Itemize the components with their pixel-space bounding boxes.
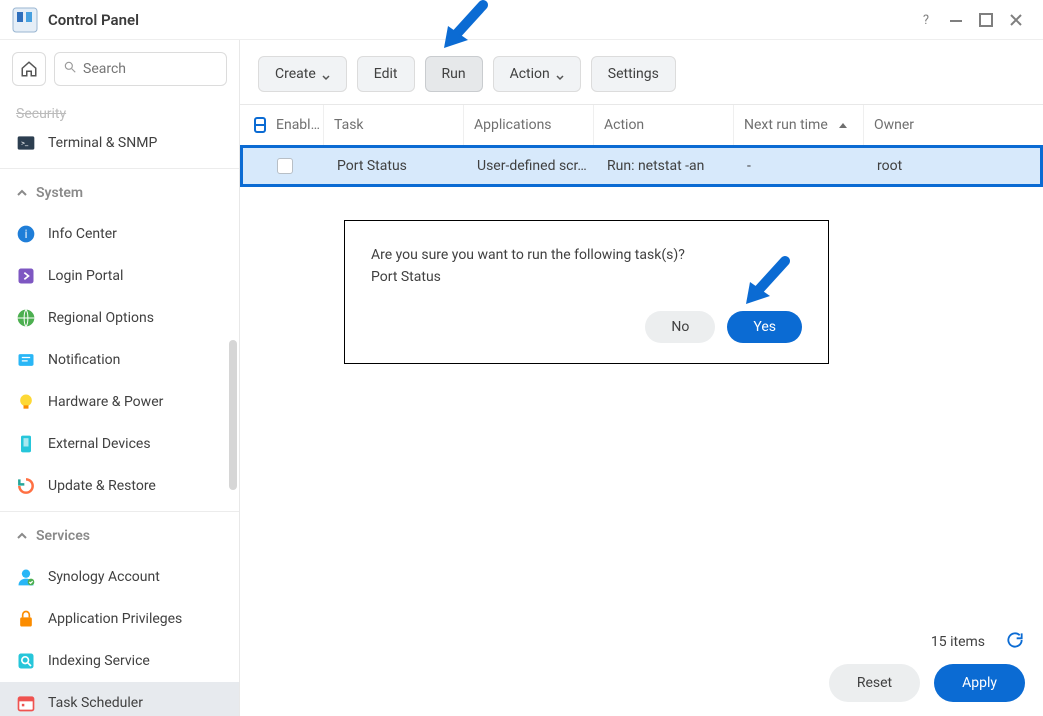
cell-next: - (737, 158, 867, 174)
annotation-arrow-yes (740, 256, 790, 306)
edit-button[interactable]: Edit (357, 56, 415, 92)
items-count: 15 items (931, 634, 985, 650)
search-icon (63, 60, 77, 78)
svg-text:>_: >_ (21, 139, 29, 148)
calendar-icon (16, 693, 36, 713)
settings-button[interactable]: Settings (591, 56, 676, 92)
col-next-run-time[interactable]: Next run time (734, 105, 864, 145)
terminal-icon: >_ (16, 133, 36, 153)
toolbar: Create Edit Run Action Settings (240, 40, 1043, 104)
col-action[interactable]: Action (594, 105, 734, 145)
sidebar-list: Security >_ Terminal & SNMP System i Info… (0, 96, 239, 716)
sidebar-item-label: Terminal & SNMP (48, 135, 157, 151)
sidebar-item-label: Synology Account (48, 569, 160, 585)
bulb-icon (16, 392, 36, 412)
lock-icon (16, 609, 36, 629)
cell-apps: User-defined scr… (467, 158, 597, 174)
globe-icon (16, 308, 36, 328)
chevron-up-icon (16, 530, 28, 542)
maximize-icon[interactable] (971, 5, 1001, 35)
dialog-yes-button[interactable]: Yes (727, 311, 802, 343)
action-button[interactable]: Action (493, 56, 581, 92)
titlebar: Control Panel ? (0, 0, 1043, 40)
chevron-down-icon (322, 70, 330, 78)
info-icon: i (16, 224, 36, 244)
sidebar-item-label: Indexing Service (48, 653, 150, 669)
sidebar-item-task-scheduler[interactable]: Task Scheduler (0, 682, 239, 716)
close-icon[interactable] (1001, 5, 1031, 35)
sidebar-item-label: Notification (48, 352, 120, 368)
sidebar-item-update-restore[interactable]: Update & Restore (0, 465, 239, 507)
sort-asc-icon (839, 123, 847, 128)
help-icon[interactable]: ? (911, 5, 941, 35)
home-button[interactable] (12, 52, 46, 86)
row-checkbox[interactable] (277, 158, 293, 174)
sidebar-item-label: Task Scheduler (48, 695, 143, 711)
panel-footer: Reset Apply (829, 664, 1025, 702)
sidebar-item-label: Login Portal (48, 268, 123, 284)
table-row[interactable]: Port Status User-defined scr… Run: netst… (240, 145, 1043, 187)
sidebar-item-terminal-snmp[interactable]: >_ Terminal & SNMP (0, 122, 239, 164)
col-task[interactable]: Task (324, 105, 464, 145)
content-area: Create Edit Run Action Settings Enabl… T… (240, 40, 1043, 716)
cell-action: Run: netstat -an (597, 158, 737, 174)
restore-icon (16, 476, 36, 496)
sidebar-item-synology-account[interactable]: Synology Account (0, 556, 239, 598)
sidebar-item-indexing-service[interactable]: Indexing Service (0, 640, 239, 682)
sidebar-item-label: Info Center (48, 226, 117, 242)
col-applications[interactable]: Applications (464, 105, 594, 145)
chevron-down-icon (556, 70, 564, 78)
cell-owner: root (867, 158, 1040, 174)
sidebar-item-label: External Devices (48, 436, 151, 452)
sidebar-item-security-partial[interactable]: Security (0, 96, 239, 122)
refresh-button[interactable] (1005, 630, 1025, 654)
sidebar-item-login-portal[interactable]: Login Portal (0, 255, 239, 297)
dialog-message: Are you sure you want to run the followi… (371, 247, 802, 263)
sidebar-item-label: Regional Options (48, 310, 154, 326)
indexing-icon (16, 651, 36, 671)
minimize-icon[interactable] (941, 5, 971, 35)
notification-icon (16, 350, 36, 370)
apply-button[interactable]: Apply (934, 664, 1025, 702)
sidebar-item-external-devices[interactable]: External Devices (0, 423, 239, 465)
dialog-no-button[interactable]: No (645, 311, 715, 343)
cell-task: Port Status (327, 158, 467, 174)
run-button[interactable]: Run (425, 56, 483, 92)
window-title: Control Panel (48, 11, 139, 29)
task-table: Enabl… Task Applications Action Next run… (240, 104, 1043, 187)
header-checkbox-indeterminate[interactable] (254, 117, 266, 133)
section-system-header[interactable]: System (0, 173, 239, 213)
sidebar-item-hardware-power[interactable]: Hardware & Power (0, 381, 239, 423)
sidebar-item-regional-options[interactable]: Regional Options (0, 297, 239, 339)
table-header-row: Enabl… Task Applications Action Next run… (240, 105, 1043, 145)
sidebar-item-label: Application Privileges (48, 611, 182, 627)
sidebar-item-application-privileges[interactable]: Application Privileges (0, 598, 239, 640)
phone-icon (16, 434, 36, 454)
annotation-arrow-run (438, 0, 488, 50)
search-input-wrap[interactable] (54, 52, 227, 86)
sidebar: Security >_ Terminal & SNMP System i Info… (0, 40, 240, 716)
svg-text:i: i (25, 227, 28, 241)
col-owner[interactable]: Owner (864, 105, 1043, 145)
dialog-task-name: Port Status (371, 269, 802, 285)
portal-icon (16, 266, 36, 286)
sidebar-item-label: Hardware & Power (48, 394, 163, 410)
sidebar-item-label: Update & Restore (48, 478, 156, 494)
reset-button[interactable]: Reset (829, 664, 920, 702)
search-input[interactable] (83, 61, 218, 77)
svg-text:?: ? (923, 13, 929, 28)
scrollbar-thumb[interactable] (229, 340, 237, 490)
sidebar-item-notification[interactable]: Notification (0, 339, 239, 381)
chevron-up-icon (16, 187, 28, 199)
create-button[interactable]: Create (258, 56, 347, 92)
col-enabled[interactable]: Enabl… (240, 105, 324, 145)
table-footer: 15 items (931, 630, 1025, 654)
control-panel-icon (12, 7, 38, 33)
account-icon (16, 567, 36, 587)
sidebar-item-info-center[interactable]: i Info Center (0, 213, 239, 255)
section-services-header[interactable]: Services (0, 516, 239, 556)
